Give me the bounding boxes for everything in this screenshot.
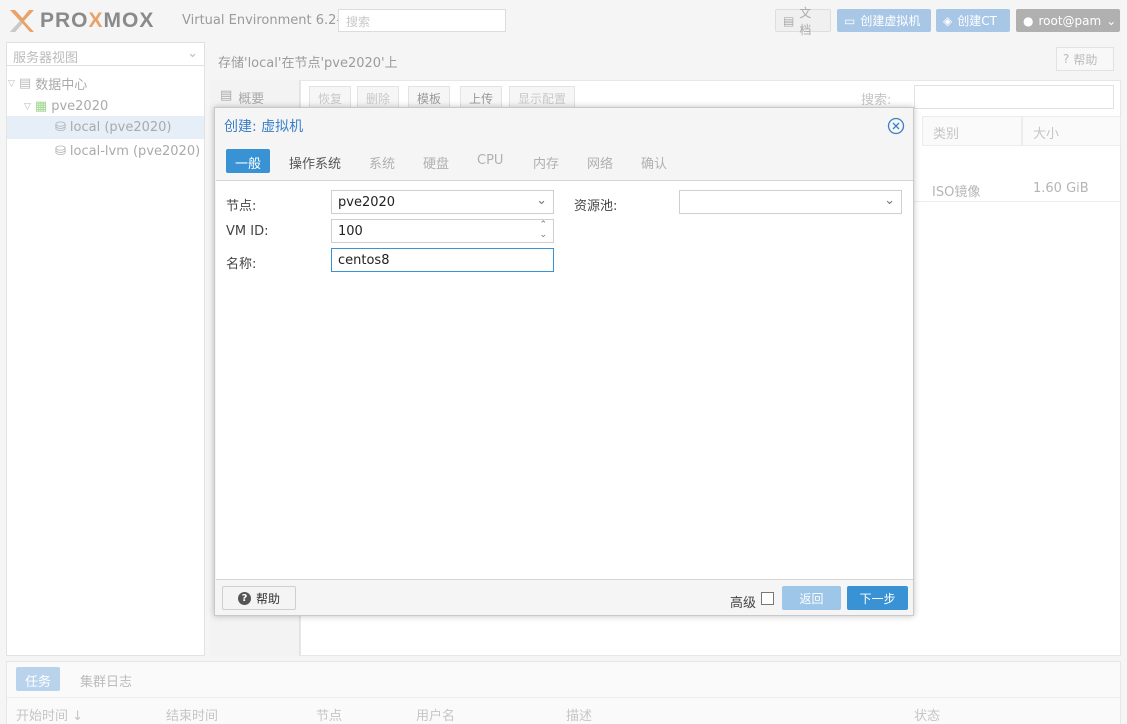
row-type: ISO镜像	[932, 185, 981, 200]
tree-item-storage-local[interactable]: ⛁ local (pve2020)	[7, 116, 204, 139]
column-header-node[interactable]: 节点	[316, 705, 342, 724]
user-menu-button[interactable]: ● root@pam ⌄	[1016, 9, 1120, 32]
global-search-input[interactable]: 搜索	[338, 9, 506, 32]
tab-confirm[interactable]: 确认	[632, 149, 676, 173]
chevron-down-icon: ⌄	[536, 193, 547, 208]
tree-item-label: pve2020	[51, 99, 109, 114]
tab-os[interactable]: 操作系统	[280, 149, 350, 173]
monitor-icon: ▭	[844, 13, 856, 28]
version-label: Virtual Environment 6.2-4	[182, 13, 350, 28]
book-icon: ▤	[220, 88, 233, 103]
user-icon: ●	[1023, 13, 1034, 28]
help-label: 帮助	[1073, 52, 1098, 67]
spinner-arrows-icon[interactable]: ⌃ ⌄	[539, 220, 547, 240]
tab-cluster-log[interactable]: 集群日志	[80, 671, 132, 690]
tab-tasks[interactable]: 任务	[16, 667, 60, 691]
search-label: 搜索:	[861, 93, 892, 108]
back-button[interactable]: 返回	[782, 586, 841, 610]
view-selector-value: 服务器视图	[13, 51, 79, 66]
vmid-label: VM ID:	[226, 224, 269, 239]
dialog-title: 创建: 虚拟机	[224, 119, 304, 135]
template-button[interactable]: 模板	[408, 86, 451, 108]
table-row[interactable]: ISO镜像 1.60 GiB	[913, 176, 1121, 202]
tab-cpu[interactable]: CPU	[468, 149, 512, 173]
pool-select[interactable]: ⌄	[679, 190, 902, 214]
general-form-panel: 节点: pve2020 ⌄ VM ID: 100 ⌃ ⌄ 名称: centos8 …	[216, 180, 913, 580]
nav-item-label: 概要	[238, 92, 265, 107]
book-icon: ▤	[783, 13, 795, 28]
tree-item-datacenter[interactable]: ▽ ▤ 数据中心	[8, 72, 204, 95]
storage-icon: ⛁	[55, 144, 66, 159]
tab-memory[interactable]: 内存	[524, 149, 568, 173]
tree-item-label: local (pve2020)	[69, 120, 172, 135]
view-selector[interactable]: 服务器视图 ⌄	[6, 42, 205, 66]
proxmox-logo-icon	[10, 10, 34, 32]
expand-toggle-icon: ▽	[24, 101, 31, 112]
user-label: root@pam	[1038, 13, 1102, 28]
advanced-label: 高级	[730, 596, 757, 611]
restore-button[interactable]: 恢复	[309, 86, 352, 108]
content-search-input[interactable]	[914, 85, 1114, 109]
upload-button[interactable]: 上传	[460, 86, 503, 108]
dialog-help-button[interactable]: ? 帮助	[222, 586, 296, 610]
tree-item-node[interactable]: ▽ ▦ pve2020	[24, 95, 204, 118]
expand-toggle-icon: ▽	[8, 78, 15, 89]
vmid-spinner[interactable]: 100 ⌃ ⌄	[331, 219, 554, 243]
task-table-header: 开始时间 ↓ 结束时间 节点 用户名 描述 状态	[7, 697, 1120, 724]
create-ct-label: 创建CT	[957, 14, 997, 28]
proxmox-logo-text: PROXMOX	[40, 9, 155, 32]
column-header-end[interactable]: 结束时间	[166, 705, 218, 724]
tree-item-label: local-lvm (pve2020)	[69, 144, 201, 159]
create-ct-button[interactable]: ◈ 创建CT	[936, 9, 1010, 32]
close-icon[interactable]	[887, 117, 905, 135]
server-rack-icon: ▤	[18, 76, 32, 91]
page-title: 存储'local'在节点'pve2020'上	[210, 46, 1121, 76]
node-label: 节点:	[226, 199, 257, 214]
cube-icon: ◈	[943, 13, 953, 28]
storage-icon: ⛁	[55, 120, 66, 135]
row-size: 1.60 GiB	[1033, 181, 1089, 196]
column-header-size[interactable]: 大小	[1022, 116, 1121, 146]
column-header-type[interactable]: 类别	[922, 116, 1022, 146]
tab-network[interactable]: 网络	[578, 149, 622, 173]
help-label: 帮助	[255, 591, 280, 606]
chevron-down-icon: ⌄	[187, 46, 198, 61]
create-vm-label: 创建虚拟机	[860, 14, 921, 28]
nav-item-summary[interactable]: ▤ 概要	[220, 88, 264, 107]
docs-label: 文档	[799, 5, 812, 37]
show-config-button[interactable]: 显示配置	[509, 86, 576, 108]
column-header-description[interactable]: 描述	[566, 705, 592, 724]
column-header-status[interactable]: 状态	[914, 705, 940, 724]
tree-item-label: 数据中心	[35, 78, 88, 93]
delete-button[interactable]: 删除	[357, 86, 400, 108]
node-online-icon: ▦	[34, 99, 48, 114]
chevron-down-icon: ⌄	[1106, 13, 1117, 28]
create-vm-button[interactable]: ▭ 创建虚拟机	[837, 9, 931, 32]
tree-item-storage-local-lvm[interactable]: ⛁ local-lvm (pve2020)	[7, 140, 204, 163]
vmid-value: 100	[338, 224, 363, 239]
tab-general[interactable]: 一般	[226, 149, 271, 173]
question-icon: ?	[1063, 52, 1070, 66]
next-button[interactable]: 下一步	[847, 586, 908, 610]
docs-button[interactable]: ▤ 文档	[775, 6, 831, 37]
tab-disk[interactable]: 硬盘	[414, 149, 458, 173]
question-icon: ?	[237, 591, 251, 605]
name-label: 名称:	[226, 257, 257, 272]
column-header-start[interactable]: 开始时间 ↓	[16, 705, 83, 724]
column-header-user[interactable]: 用户名	[416, 705, 455, 724]
chevron-down-icon: ⌄	[884, 193, 895, 208]
node-select[interactable]: pve2020 ⌄	[331, 190, 554, 214]
node-select-value: pve2020	[338, 195, 396, 210]
help-button[interactable]: ? 帮助	[1056, 47, 1114, 71]
advanced-checkbox[interactable]	[761, 592, 774, 605]
create-vm-dialog: 创建: 虚拟机 一般 操作系统 系统 硬盘 CPU 内存 网络 确认 节点: p…	[214, 107, 914, 616]
pool-label: 资源池:	[574, 199, 618, 214]
tab-system[interactable]: 系统	[360, 149, 404, 173]
top-bar: PROXMOX Virtual Environment 6.2-4 搜索 ▤ 文…	[0, 0, 1127, 42]
vm-name-input[interactable]: centos8	[331, 248, 554, 272]
